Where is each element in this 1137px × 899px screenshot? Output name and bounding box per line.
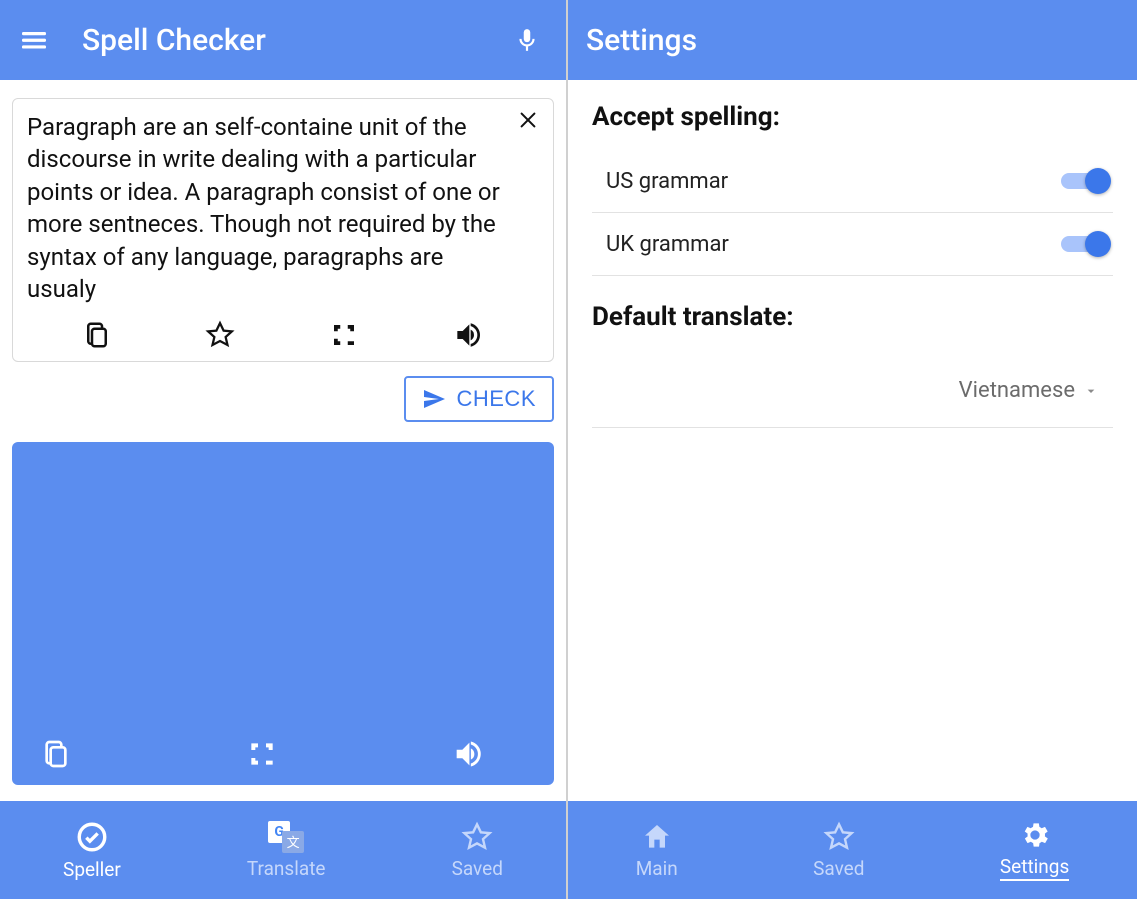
uk-grammar-row: UK grammar: [592, 213, 1113, 276]
fullscreen-icon[interactable]: [246, 738, 278, 770]
copy-icon[interactable]: [82, 320, 112, 350]
default-translate-title: Default translate:: [592, 302, 1113, 332]
nav-settings-label: Settings: [1000, 855, 1069, 881]
speaker-icon[interactable]: [452, 319, 484, 351]
check-circle-icon: [75, 820, 109, 854]
input-text[interactable]: Paragraph are an self-containe unit of t…: [27, 111, 539, 305]
check-button-label: CHECK: [456, 386, 536, 412]
nav-saved[interactable]: Saved: [452, 821, 503, 880]
bottom-nav-right: Main Saved Settings: [568, 801, 1137, 899]
input-card: Paragraph are an self-containe unit of t…: [12, 98, 554, 362]
accept-spelling-title: Accept spelling:: [592, 102, 1113, 132]
nav-saved-right[interactable]: Saved: [813, 821, 864, 880]
nav-speller[interactable]: Speller: [63, 820, 121, 881]
nav-main-label: Main: [636, 857, 678, 880]
nav-main[interactable]: Main: [636, 821, 678, 880]
nav-speller-label: Speller: [63, 858, 121, 881]
app-title-left: Spell Checker: [82, 23, 514, 58]
nav-settings[interactable]: Settings: [1000, 819, 1069, 881]
nav-translate[interactable]: G文 Translate: [247, 821, 326, 880]
chevron-down-icon: [1083, 383, 1099, 399]
appbar-left: Spell Checker: [0, 0, 566, 80]
appbar-right: Settings: [568, 0, 1137, 80]
close-icon[interactable]: [517, 109, 539, 131]
send-icon: [422, 387, 446, 411]
home-icon: [641, 821, 673, 853]
us-grammar-label: US grammar: [606, 169, 728, 194]
nav-saved-label: Saved: [452, 857, 503, 880]
google-translate-icon: G文: [268, 821, 304, 853]
settings-screen: Settings Accept spelling: US grammar UK …: [568, 0, 1137, 899]
fullscreen-icon[interactable]: [329, 320, 359, 350]
us-grammar-toggle[interactable]: [1061, 168, 1107, 194]
spacer: [568, 450, 1137, 801]
star-icon: [823, 821, 855, 853]
uk-grammar-toggle[interactable]: [1061, 231, 1107, 257]
left-body: Paragraph are an self-containe unit of t…: [0, 80, 566, 801]
us-grammar-row: US grammar: [592, 150, 1113, 213]
nav-translate-label: Translate: [247, 857, 326, 880]
mic-icon[interactable]: [514, 27, 540, 53]
result-icon-row: [40, 737, 485, 771]
menu-icon[interactable]: [18, 24, 50, 56]
app-title-right: Settings: [586, 23, 1119, 58]
result-panel: [12, 442, 554, 785]
default-language-selector[interactable]: Vietnamese: [592, 350, 1113, 428]
bottom-nav-left: Speller G文 Translate Saved: [0, 801, 566, 899]
star-icon[interactable]: [205, 320, 235, 350]
nav-saved-right-label: Saved: [813, 857, 864, 880]
uk-grammar-label: UK grammar: [606, 232, 729, 257]
copy-icon[interactable]: [40, 738, 72, 770]
default-language-value: Vietnamese: [959, 378, 1075, 403]
settings-body: Accept spelling: US grammar UK grammar D…: [568, 80, 1137, 450]
input-icon-row: [27, 319, 539, 351]
speaker-icon[interactable]: [451, 737, 485, 771]
star-icon: [461, 821, 493, 853]
gear-icon: [1019, 819, 1051, 851]
check-button[interactable]: CHECK: [404, 376, 554, 422]
spell-checker-screen: Spell Checker Paragraph are an self-cont…: [0, 0, 568, 899]
check-row: CHECK: [12, 376, 554, 422]
